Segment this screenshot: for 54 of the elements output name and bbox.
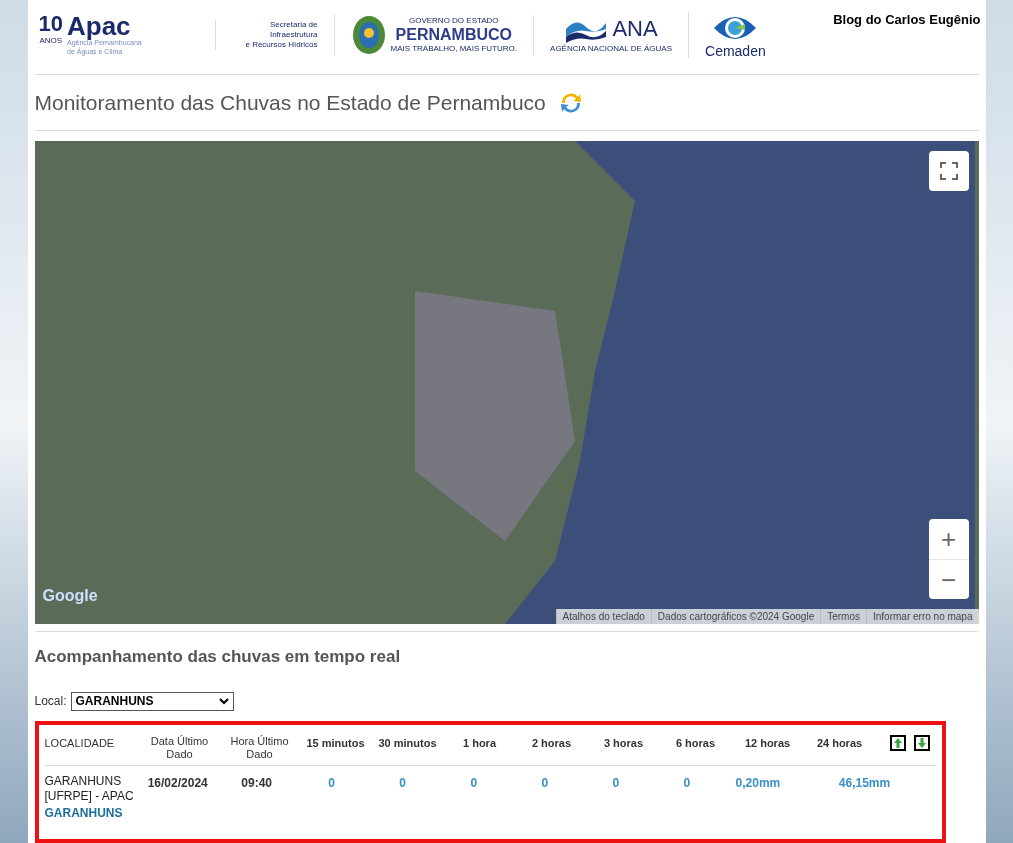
map-drawing[interactable]: + − Google Atalhos do teclado Dados cartográficos ©2024 Google Termos Informar erro no mapa: [34, 141, 979, 624]
map-attribution-link[interactable]: Termos: [820, 609, 866, 624]
fullscreen-icon: [939, 162, 958, 180]
coat-of-arms-icon: [350, 14, 387, 56]
secretaria-text: Secretaria de: [269, 20, 318, 30]
ana-name: ANA: [612, 18, 658, 40]
cemaden-name: Cemaden: [705, 44, 766, 58]
blog-title: Blog do Carlos Eugênio: [833, 11, 981, 29]
local-select[interactable]: GARANHUNS: [70, 691, 234, 711]
arrow-down-icon[interactable]: [913, 734, 930, 751]
arrow-up-icon[interactable]: [889, 734, 906, 751]
map-attribution-link[interactable]: Dados cartográficos ©2024 Google: [650, 609, 821, 624]
rain-value: 0,20mm: [734, 775, 782, 792]
city-link[interactable]: GARANHUNS: [44, 804, 139, 822]
table-cell-text: 16/02/2024: [146, 775, 209, 792]
column-header: Data Último Dado: [149, 734, 210, 762]
station-name: GARANHUNS [UFRPE] - APAC: [44, 774, 135, 804]
state-top-text: GOVERNO DO ESTADO: [408, 15, 499, 27]
ana-subtitle: AGÊNCIA NACIONAL DE ÁGUAS: [550, 43, 672, 55]
local-label: Local:: [34, 693, 67, 710]
map-attribution-link[interactable]: Informar erro no mapa: [866, 609, 979, 624]
table-cell-text: 09:40: [240, 775, 273, 792]
column-header: 6 horas: [674, 735, 717, 751]
google-logo: Google: [42, 586, 98, 606]
rain-value: 0: [682, 775, 692, 792]
apac-name: Apac: [67, 13, 131, 40]
rain-value: 0: [327, 775, 336, 792]
column-header: 30 minutos: [377, 735, 438, 751]
anniversary-number: 10: [38, 13, 63, 36]
state-name: PERNAMBUCO: [395, 27, 512, 43]
column-header: 12 horas: [743, 735, 792, 751]
rain-value: 0: [398, 775, 407, 792]
column-header: 15 minutos: [305, 735, 366, 751]
column-header: LOCALIDADE: [44, 735, 116, 751]
column-header: 2 horas: [530, 735, 573, 751]
column-header: Hora Último Dado: [229, 734, 290, 762]
rain-value: 0: [611, 775, 621, 792]
zoom-out-button[interactable]: −: [928, 559, 969, 599]
column-header: 3 horas: [602, 735, 645, 751]
state-slogan: MAIS TRABALHO, MAIS FUTURO.: [390, 43, 518, 55]
column-header: 1 hora: [462, 735, 498, 751]
map-attribution-link[interactable]: Atalhos do teclado: [555, 609, 651, 624]
page-title: Monitoramento das Chuvas no Estado de Pernambuco: [34, 89, 546, 116]
rain-value: 0: [540, 775, 550, 792]
rain-value: 0: [469, 775, 479, 792]
section-title: Acompanhamento das chuvas em tempo real: [34, 646, 402, 668]
column-header: 24 horas: [815, 735, 864, 751]
zoom-in-button[interactable]: +: [928, 519, 969, 559]
secretaria-text: Infraestrutura: [269, 30, 318, 40]
fullscreen-button[interactable]: [928, 151, 969, 191]
anniversary-label: ANOS: [39, 35, 63, 48]
chevron-down-icon: [218, 697, 229, 705]
rain-value: 46,15mm: [837, 775, 892, 792]
secretaria-text: e Recursos Hídricos: [245, 40, 318, 50]
